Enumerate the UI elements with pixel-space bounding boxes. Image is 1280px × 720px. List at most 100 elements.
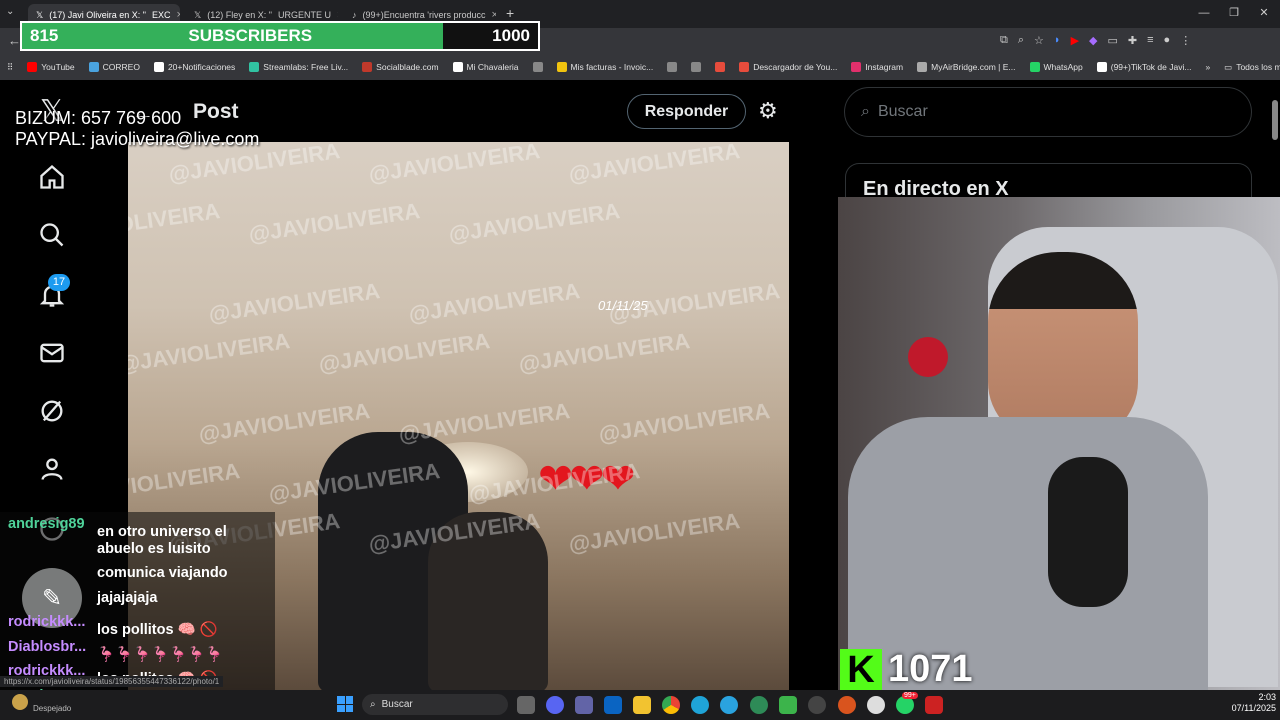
- toolbar-icons: ⧉ ⌕ ☆ ◗ ▶ ◆ ▭ ✚ ≡ ● ⋮: [1000, 34, 1191, 47]
- green-app-icon[interactable]: [779, 696, 797, 714]
- edge-icon[interactable]: [691, 696, 709, 714]
- chat-text: jajajajaja: [97, 589, 158, 606]
- page-scrollbar[interactable]: [1272, 100, 1278, 140]
- zoom-icon[interactable]: ⌕: [1018, 34, 1024, 47]
- app-icon-3[interactable]: [925, 696, 943, 714]
- bookmark-item[interactable]: Descargador de You...: [732, 62, 844, 72]
- bookmark-favicon-icon: [88, 62, 99, 72]
- new-tab-button[interactable]: +: [506, 5, 514, 21]
- minimize-icon[interactable]: —: [1194, 4, 1214, 22]
- bookmark-label: Mi Chavaleria: [466, 62, 519, 72]
- chrome-icon[interactable]: [662, 696, 680, 714]
- bookmarks-bar: ⠿ YouTube CORREO 20+Notificaciones Streamla…: [0, 54, 1280, 80]
- search-icon[interactable]: [34, 217, 70, 253]
- close-tab-icon[interactable]: ×: [177, 9, 180, 21]
- bookmark-item[interactable]: YouTube: [20, 62, 81, 72]
- photo-watermark: @JAVIOLIVEIRA: [447, 198, 622, 247]
- bookmark-item[interactable]: Streamlabs: Free Liv...: [242, 62, 355, 72]
- streamer-head: [988, 252, 1138, 442]
- bookmark-item[interactable]: Instagram: [844, 62, 910, 72]
- x-logo-icon: 𝕏: [36, 9, 44, 20]
- search-input[interactable]: ⌕ Buscar: [844, 87, 1252, 137]
- mail-icon[interactable]: [34, 335, 70, 371]
- bookmark-favicon-icon: [667, 62, 678, 72]
- subscribers-label: SUBSCRIBERS: [188, 26, 313, 45]
- bookmark-item[interactable]: (99+)TikTok de Javi...: [1090, 62, 1199, 72]
- install-icon[interactable]: ⧉: [1000, 34, 1008, 47]
- app-icon-2[interactable]: [867, 696, 885, 714]
- subscribers-current: 815: [30, 26, 59, 45]
- bookmark-label: Streamlabs: Free Liv...: [263, 62, 349, 72]
- extensions-puzzle-icon[interactable]: ✚: [1128, 34, 1137, 47]
- bookmark-label: CORREO: [102, 62, 140, 72]
- extension-gray-icon[interactable]: ▭: [1108, 34, 1118, 47]
- bookmark-item[interactable]: [684, 62, 708, 72]
- extension-youtube-icon[interactable]: ▶: [1071, 34, 1079, 47]
- teams-icon[interactable]: [575, 696, 593, 714]
- home-icon[interactable]: [34, 159, 70, 195]
- bookmark-item[interactable]: [526, 62, 550, 72]
- close-tab-icon[interactable]: ×: [337, 9, 338, 21]
- close-tab-icon[interactable]: ×: [492, 9, 496, 21]
- weather-label: Despejado: [33, 704, 72, 713]
- taskbar-search[interactable]: ⌕ Buscar: [362, 694, 508, 715]
- status-url: https://x.com/javioliveira/status/198563…: [0, 676, 224, 687]
- bookmark-favicon-icon: [1096, 62, 1107, 72]
- grok-icon[interactable]: [34, 393, 70, 429]
- profile-avatar-icon[interactable]: ●: [1164, 34, 1171, 47]
- media-icon[interactable]: ≡: [1147, 34, 1153, 47]
- system-clock: 2:03 07/11/2025: [1220, 692, 1276, 714]
- bookmark-item[interactable]: WhatsApp: [1023, 62, 1090, 72]
- reply-button[interactable]: Responder: [627, 94, 746, 129]
- profile-icon[interactable]: [34, 451, 70, 487]
- task-view-icon[interactable]: [517, 696, 535, 714]
- bookmarks-more-icon[interactable]: »: [1198, 62, 1217, 72]
- windows-start-icon[interactable]: [337, 696, 353, 712]
- bookmark-item[interactable]: Mi Chavaleria: [446, 62, 526, 72]
- bookmark-item[interactable]: [660, 62, 684, 72]
- bookmark-item[interactable]: Mis facturas - Invoic...: [550, 62, 661, 72]
- apps-grid-icon[interactable]: ⠿: [0, 62, 20, 73]
- bookmark-label: 20+Notificaciones: [167, 62, 236, 72]
- tab-list-chevron-icon[interactable]: ⌄: [6, 6, 20, 20]
- chat-text: abuelo es luisito: [97, 540, 211, 557]
- photo-watermark: @JAVIOLIVEIRA: [247, 198, 422, 247]
- obs-icon[interactable]: [808, 696, 826, 714]
- notifications-badge: 17: [48, 274, 70, 291]
- search-icon: ⌕: [861, 103, 870, 120]
- menu-dots-icon[interactable]: ⋮: [1180, 34, 1191, 47]
- paypal-info: PAYPAL: javioliveira@live.com: [15, 129, 260, 149]
- extension-purple-icon[interactable]: ◆: [1089, 34, 1097, 47]
- close-window-icon[interactable]: ✕: [1254, 4, 1274, 22]
- post-title: Post: [193, 100, 239, 123]
- photo-watermark: @JAVIOLIVEIRA: [128, 458, 242, 507]
- all-bookmarks-folder[interactable]: ▭Todos los marcadores: [1217, 62, 1280, 73]
- file-explorer-icon[interactable]: [633, 696, 651, 714]
- bookmark-label: Descargador de You...: [753, 62, 838, 72]
- chat-message: jajajajaja: [8, 586, 157, 610]
- extension-blue-icon[interactable]: ◗: [1054, 34, 1061, 47]
- bookmark-item[interactable]: MyAirBridge.com | E...: [910, 62, 1022, 72]
- tab-label: (17) Javi Oliveira en X: ": [49, 10, 146, 20]
- discord-icon[interactable]: [546, 696, 564, 714]
- bookmark-item[interactable]: [708, 62, 732, 72]
- bookmark-favicon-icon: [362, 62, 373, 72]
- bookmark-favicon-icon: [153, 62, 164, 72]
- bookmark-item[interactable]: CORREO: [82, 62, 147, 72]
- filter-sliders-icon[interactable]: ⚙: [758, 98, 778, 124]
- all-bookmarks-label: Todos los marcadores: [1236, 62, 1280, 72]
- weather-icon[interactable]: [12, 694, 28, 710]
- globe-app-icon[interactable]: [750, 696, 768, 714]
- restore-icon[interactable]: ❐: [1224, 4, 1244, 22]
- star-icon[interactable]: ☆: [1034, 34, 1044, 47]
- bookmark-favicon-icon: [739, 62, 750, 72]
- bookmark-label: MyAirBridge.com | E...: [931, 62, 1016, 72]
- telegram-icon[interactable]: [720, 696, 738, 714]
- bookmark-item[interactable]: Socialblade.com: [355, 62, 445, 72]
- photo-watermark: @JAVIOLIVEIRA: [607, 278, 782, 327]
- bookmark-favicon-icon: [556, 62, 567, 72]
- app-icon[interactable]: [838, 696, 856, 714]
- bookmark-item[interactable]: 20+Notificaciones: [147, 62, 242, 72]
- outlook-icon[interactable]: [604, 696, 622, 714]
- clock-time: 2:03: [1258, 692, 1276, 702]
